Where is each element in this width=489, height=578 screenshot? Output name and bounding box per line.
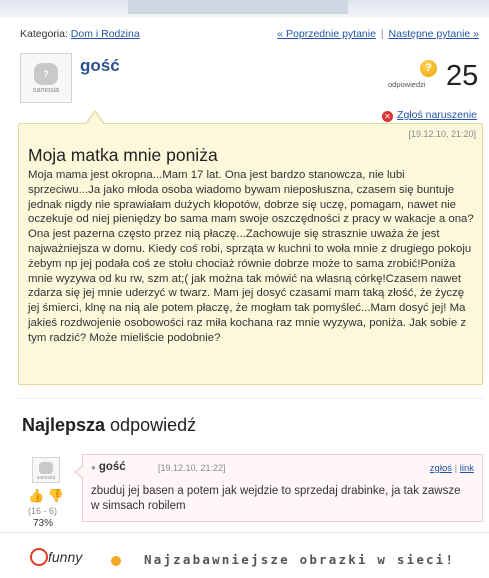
funny-logo: funny	[30, 548, 121, 566]
answer-report-link[interactable]: zgłoś	[430, 463, 452, 474]
report-violation[interactable]: ✕ Zgłoś naruszenie	[382, 109, 477, 122]
section-divider	[18, 398, 483, 399]
vote-buttons: 👍 👎	[28, 488, 64, 504]
answers-label: odpowiedzi	[388, 80, 426, 89]
answer-author-avatar[interactable]: samosia	[32, 457, 60, 483]
top-banner-image	[128, 0, 348, 14]
answer-permalink[interactable]: link	[460, 463, 474, 474]
answer-author-name: gość	[98, 461, 126, 473]
answer-links: zgłoś | link	[430, 463, 474, 474]
question-date: [19.12.10, 21:20]	[408, 129, 476, 139]
top-banner-strip	[0, 0, 489, 18]
footer-slogan: Najzabawniejsze obrazki w sieci!	[144, 552, 456, 567]
logo-ring	[30, 548, 48, 566]
answer-author: ● gość	[91, 461, 126, 473]
best-answer-heading: Najlepsza odpowiedź	[22, 415, 196, 436]
report-link[interactable]: Zgłoś naruszenie	[397, 109, 477, 121]
speech-arrow-fill	[86, 112, 104, 125]
breadcrumb-category-link[interactable]: Dom i Rodzina	[71, 28, 140, 40]
logo-text: funny	[48, 549, 83, 565]
thumbs-up-icon[interactable]: 👍	[28, 488, 44, 503]
breadcrumb-prefix: Kategoria:	[20, 28, 68, 40]
avatar-label: samosia	[32, 87, 60, 94]
answer-links-separator: |	[454, 463, 458, 474]
answer-date: [19.12.10, 21:22]	[158, 463, 226, 473]
best-answer-heading-bold: Najlepsza	[22, 415, 106, 435]
question-body: Moja mama jest okropna...Mam 17 lat. Ona…	[28, 169, 474, 344]
nav-separator: |	[380, 28, 384, 40]
next-question-link[interactable]: Następne pytanie »	[389, 28, 479, 40]
question-title: Moja matka mnie poniża	[28, 145, 218, 165]
report-icon: ✕	[382, 111, 394, 122]
logo-dot-icon	[111, 556, 121, 566]
thumbs-down-icon[interactable]: 👎	[48, 488, 64, 503]
answer-avatar-label: samosia	[36, 475, 56, 481]
best-answer-box: ● gość [19.12.10, 21:22] zgłoś | link zbu…	[74, 454, 483, 522]
answers-icon: ?	[420, 60, 437, 77]
answers-count: 25	[446, 60, 479, 92]
answer-text: zbuduj jej basen a potem jak wejdzie to …	[91, 485, 461, 512]
question-author: gość	[80, 56, 120, 75]
vote-percent: 73%	[33, 518, 54, 529]
breadcrumb: Kategoria: Dom i Rodzina	[20, 28, 140, 40]
author-avatar[interactable]: ? samosia	[20, 53, 72, 103]
bullet-icon: ●	[91, 463, 96, 472]
answer-speech-arrow-fill	[76, 466, 84, 478]
previous-question-link[interactable]: « Poprzednie pytanie	[277, 28, 376, 40]
vote-count: (16 - 6)	[28, 506, 58, 516]
footer-divider	[0, 532, 489, 533]
avatar-placeholder-icon	[39, 462, 53, 474]
question-box: [19.12.10, 21:20] Moja matka mnie poniża…	[18, 110, 483, 385]
question-navigation: « Poprzednie pytanie | Następne pytanie …	[277, 28, 479, 40]
best-answer-heading-rest: odpowiedź	[105, 415, 197, 435]
avatar-placeholder-icon: ?	[34, 63, 58, 85]
